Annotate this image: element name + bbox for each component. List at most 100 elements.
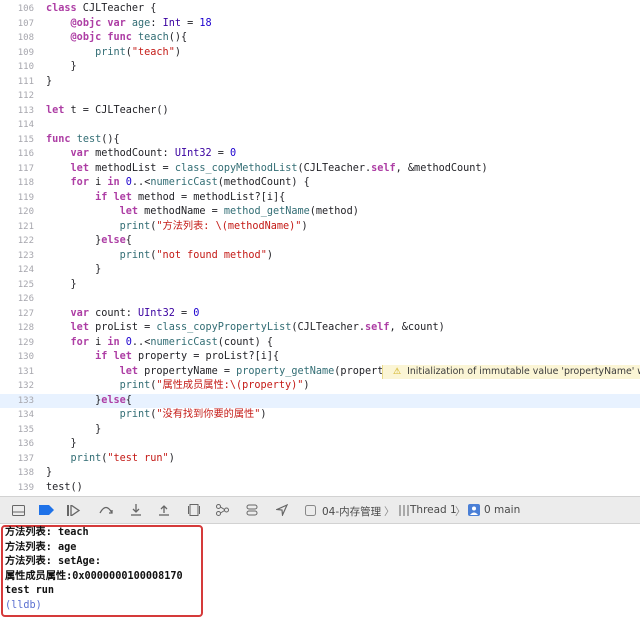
code-line[interactable]: 123 print("not found method") — [0, 249, 640, 264]
code-line[interactable]: 126 — [0, 292, 640, 307]
code-line[interactable]: 118 for i in 0..<numericCast(methodCount… — [0, 176, 640, 191]
code-line[interactable]: 108 @objc func teach(){ — [0, 31, 640, 46]
code-text[interactable]: print("没有找到你要的属性") — [46, 408, 267, 423]
breakpoints-toggle-icon[interactable] — [38, 503, 54, 517]
breadcrumb-thread[interactable]: Thread 1 — [410, 504, 457, 516]
code-text[interactable]: } — [46, 466, 52, 481]
code-line[interactable]: 119 if let method = methodList?[i]{ — [0, 191, 640, 206]
code-line[interactable]: 127 var count: UInt32 = 0 — [0, 307, 640, 322]
line-number: 119 — [17, 192, 34, 203]
code-line[interactable]: 136 } — [0, 437, 640, 452]
code-line[interactable]: 113 let t = CJLTeacher() — [0, 104, 640, 119]
code-text[interactable]: let methodName = method_getName(method) — [46, 205, 359, 220]
code-text[interactable]: } — [46, 263, 101, 278]
code-line[interactable]: 125 } — [0, 278, 640, 293]
line-number: 124 — [17, 265, 34, 275]
line-number: 136 — [17, 439, 34, 449]
code-line[interactable]: 115 func test(){ — [0, 133, 640, 148]
code-text[interactable]: let methodList = class_copyMethodList(CJ… — [46, 162, 488, 177]
line-number: 113 — [17, 105, 34, 116]
console-output-line: test run — [5, 585, 55, 596]
continue-icon[interactable] — [66, 503, 82, 517]
code-text[interactable]: if let property = proList?[i]{ — [46, 350, 279, 365]
breadcrumb-frame[interactable]: 0 main — [484, 504, 520, 516]
code-text[interactable]: var methodCount: UInt32 = 0 — [46, 147, 237, 162]
environment-overrides-icon[interactable] — [244, 503, 260, 517]
code-text[interactable]: print("not found method") — [46, 249, 273, 264]
code-line[interactable]: 121 print("方法列表: \(methodName)") — [0, 220, 640, 235]
scheme-app-icon — [302, 503, 318, 517]
code-line[interactable]: 133 }else{ — [0, 393, 640, 409]
code-text[interactable]: } — [46, 278, 77, 293]
debug-console[interactable]: 方法列表: teach 方法列表: age 方法列表: setAge: 属性成员… — [0, 524, 640, 636]
line-number: 114 — [17, 120, 34, 130]
code-line[interactable]: 131 let propertyName = property_getName(… — [0, 364, 640, 380]
line-number: 108 — [17, 33, 34, 43]
line-number: 116 — [17, 149, 34, 159]
code-line[interactable]: 135 } — [0, 423, 640, 438]
code-line[interactable]: 132 print("属性成员属性:\(property)") — [0, 379, 640, 394]
step-over-icon[interactable] — [98, 503, 114, 517]
code-line[interactable]: 111} — [0, 75, 640, 90]
code-text[interactable]: @objc func teach(){ — [46, 31, 188, 46]
code-line[interactable]: 139 test() — [0, 481, 640, 496]
code-text[interactable]: let proList = class_copyPropertyList(CJL… — [46, 321, 445, 336]
lldb-prompt[interactable]: (lldb) — [5, 599, 42, 614]
warning-annotation[interactable]: ⚠ Initialization of immutable value 'prop… — [382, 364, 640, 379]
code-line[interactable]: 120 let methodName = method_getName(meth… — [0, 205, 640, 220]
code-text[interactable]: } — [46, 437, 77, 452]
code-line[interactable]: 106 class CJLTeacher { — [0, 2, 640, 17]
code-text[interactable]: print("方法列表: \(methodName)") — [46, 220, 308, 235]
step-into-icon[interactable] — [128, 503, 144, 517]
hide-debug-area-icon[interactable] — [10, 503, 26, 517]
line-number: 138 — [17, 468, 34, 478]
code-text[interactable]: let propertyName = property_getName(prop… — [46, 365, 396, 380]
code-text[interactable]: var count: UInt32 = 0 — [46, 307, 200, 322]
code-text[interactable]: @objc var age: Int = 18 — [46, 17, 212, 32]
code-line[interactable]: 128 let proList = class_copyPropertyList… — [0, 321, 640, 336]
line-number: 120 — [17, 207, 34, 217]
line-number: 125 — [17, 279, 34, 290]
code-text[interactable]: if let method = methodList?[i]{ — [46, 191, 285, 206]
console-output-line: 方法列表: teach — [5, 527, 89, 538]
code-text[interactable]: for i in 0..<numericCast(methodCount) { — [46, 176, 310, 191]
code-line[interactable]: 116 var methodCount: UInt32 = 0 — [0, 147, 640, 162]
code-text[interactable]: }else{ — [46, 234, 132, 249]
memory-graph-icon[interactable] — [214, 503, 230, 517]
code-text[interactable]: } — [46, 60, 77, 75]
view-hierarchy-icon[interactable] — [186, 503, 202, 517]
line-number: 135 — [17, 424, 34, 435]
warning-icon: ⚠ — [393, 366, 402, 377]
code-line[interactable]: 109 print("teach") — [0, 46, 640, 61]
step-out-icon[interactable] — [156, 503, 172, 517]
code-line[interactable]: 112 — [0, 89, 640, 104]
code-line[interactable]: 122 }else{ — [0, 234, 640, 249]
code-text[interactable]: class CJLTeacher { — [46, 2, 156, 17]
code-line[interactable]: 129 for i in 0..<numericCast(count) { — [0, 336, 640, 351]
code-line[interactable]: 114 — [0, 118, 640, 133]
code-text[interactable]: for i in 0..<numericCast(count) { — [46, 336, 273, 351]
line-number: 133 — [17, 395, 34, 406]
code-line[interactable]: 110 } — [0, 60, 640, 75]
code-line[interactable]: 134 print("没有找到你要的属性") — [0, 408, 640, 423]
code-text[interactable]: } — [46, 423, 101, 438]
code-line[interactable]: 107 @objc var age: Int = 18 — [0, 17, 640, 32]
code-line[interactable]: 138} — [0, 466, 640, 481]
code-text[interactable]: let t = CJLTeacher() — [46, 104, 169, 119]
code-text[interactable]: print("属性成员属性:\(property)") — [46, 379, 310, 394]
code-line[interactable]: 117 let methodList = class_copyMethodLis… — [0, 162, 640, 177]
breadcrumb-scheme[interactable]: 04-内存管理 — [322, 504, 381, 519]
code-text[interactable]: print("test run") — [46, 452, 175, 467]
simulate-location-icon[interactable] — [274, 503, 290, 517]
code-line[interactable]: 137 print("test run") — [0, 452, 640, 467]
code-text[interactable]: test() — [46, 481, 83, 496]
code-line[interactable]: 124 } — [0, 263, 640, 278]
code-editor[interactable]: 106 class CJLTeacher {107 @objc var age: … — [0, 0, 640, 496]
line-number: 137 — [17, 453, 34, 464]
code-line[interactable]: 130 if let property = proList?[i]{ — [0, 350, 640, 365]
code-text[interactable]: } — [46, 75, 52, 90]
code-text[interactable]: }else{ — [46, 394, 132, 409]
code-text[interactable]: print("teach") — [46, 46, 181, 61]
code-text[interactable]: func test(){ — [46, 133, 120, 148]
line-number: 126 — [17, 294, 34, 304]
